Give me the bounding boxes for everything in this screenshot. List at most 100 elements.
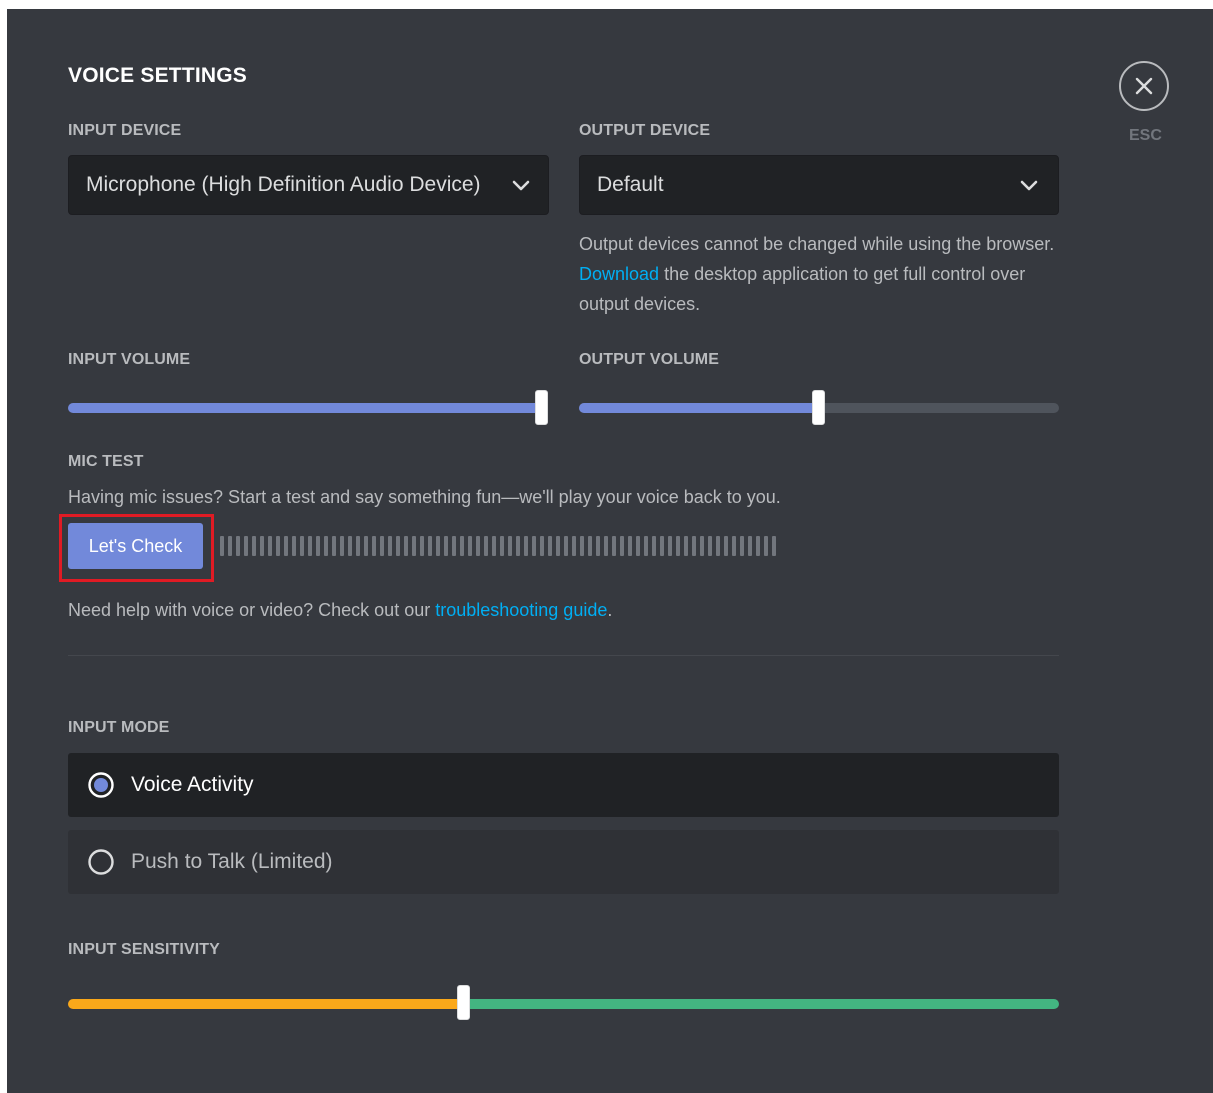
meter-bar (260, 536, 264, 556)
meter-bar (668, 536, 672, 556)
output-volume-fill (579, 403, 819, 413)
help-text: Need help with voice or video? Check out… (68, 595, 612, 625)
meter-bar (460, 536, 464, 556)
meter-bar (548, 536, 552, 556)
input-sensitivity-track[interactable] (68, 999, 1059, 1009)
meter-bar (540, 536, 544, 556)
input-mode-push-to-talk[interactable]: Push to Talk (Limited) (68, 830, 1059, 894)
radio-selected-icon (88, 772, 114, 798)
meter-bar (716, 536, 720, 556)
radio-unselected-icon (88, 849, 114, 875)
meter-bar (660, 536, 664, 556)
sensitivity-high-fill (464, 999, 1059, 1009)
page-title: VOICE SETTINGS (68, 64, 247, 87)
meter-bar (436, 536, 440, 556)
meter-bar (532, 536, 536, 556)
section-divider (68, 655, 1059, 656)
meter-bar (484, 536, 488, 556)
output-device-select[interactable]: Default (579, 155, 1059, 215)
meter-bar (620, 536, 624, 556)
voice-settings-panel: VOICE SETTINGS ESC INPUT DEVICE Micropho… (7, 9, 1213, 1093)
close-icon (1135, 77, 1153, 95)
meter-bar (292, 536, 296, 556)
meter-bar (636, 536, 640, 556)
meter-bar (516, 536, 520, 556)
meter-bar (284, 536, 288, 556)
input-device-select[interactable]: Microphone (High Definition Audio Device… (68, 155, 549, 215)
meter-bar (756, 536, 760, 556)
meter-bar (324, 536, 328, 556)
meter-bar (644, 536, 648, 556)
meter-bar (316, 536, 320, 556)
meter-bar (508, 536, 512, 556)
mic-test-label: MIC TEST (68, 453, 144, 470)
input-volume-label: INPUT VOLUME (68, 351, 191, 368)
meter-bar (476, 536, 480, 556)
input-sensitivity-label: INPUT SENSITIVITY (68, 941, 220, 958)
close-esc-label: ESC (1129, 127, 1162, 144)
input-device-value: Microphone (High Definition Audio Device… (86, 173, 481, 196)
meter-bar (684, 536, 688, 556)
meter-bar (556, 536, 560, 556)
meter-bar (380, 536, 384, 556)
meter-bar (228, 536, 232, 556)
meter-bar (492, 536, 496, 556)
meter-bar (524, 536, 528, 556)
meter-bar (412, 536, 416, 556)
meter-bar (372, 536, 376, 556)
output-volume-handle[interactable] (812, 390, 825, 425)
input-mode-voice-activity[interactable]: Voice Activity (68, 753, 1059, 817)
help-text-end: . (607, 600, 613, 620)
meter-bar (332, 536, 336, 556)
output-note-text: Output devices cannot be changed while u… (579, 234, 1055, 254)
meter-bar (452, 536, 456, 556)
input-mode-label: INPUT MODE (68, 719, 170, 736)
meter-bar (236, 536, 240, 556)
input-sensitivity-handle[interactable] (457, 985, 471, 1020)
download-link[interactable]: Download (579, 264, 659, 284)
sensitivity-low-fill (68, 999, 465, 1009)
output-device-value: Default (597, 173, 664, 196)
push-to-talk-label: Push to Talk (Limited) (131, 850, 333, 873)
meter-bar (468, 536, 472, 556)
meter-bar (732, 536, 736, 556)
meter-bar (772, 536, 776, 556)
output-volume-label: OUTPUT VOLUME (579, 351, 719, 368)
input-volume-track[interactable] (68, 403, 548, 413)
meter-bar (724, 536, 728, 556)
output-device-label: OUTPUT DEVICE (579, 122, 711, 139)
meter-bar (700, 536, 704, 556)
meter-bar (404, 536, 408, 556)
close-button[interactable] (1119, 61, 1169, 111)
meter-bar (628, 536, 632, 556)
lets-check-button[interactable]: Let's Check (68, 523, 203, 569)
meter-bar (364, 536, 368, 556)
chevron-down-icon (512, 180, 530, 191)
voice-activity-label: Voice Activity (131, 773, 254, 796)
meter-bar (444, 536, 448, 556)
meter-bar (652, 536, 656, 556)
input-volume-handle[interactable] (535, 390, 548, 425)
meter-bar (588, 536, 592, 556)
help-text-start: Need help with voice or video? Check out… (68, 600, 436, 620)
mic-level-meter (220, 536, 776, 556)
chevron-down-icon (1020, 180, 1038, 191)
troubleshooting-guide-link[interactable]: troubleshooting guide (435, 600, 607, 620)
meter-bar (692, 536, 696, 556)
meter-bar (748, 536, 752, 556)
meter-bar (580, 536, 584, 556)
meter-bar (676, 536, 680, 556)
meter-bar (220, 536, 224, 556)
meter-bar (500, 536, 504, 556)
meter-bar (428, 536, 432, 556)
output-device-note: Output devices cannot be changed while u… (579, 229, 1059, 319)
meter-bar (564, 536, 568, 556)
meter-bar (244, 536, 248, 556)
mic-test-description: Having mic issues? Start a test and say … (68, 487, 781, 507)
meter-bar (356, 536, 360, 556)
meter-bar (268, 536, 272, 556)
meter-bar (420, 536, 424, 556)
meter-bar (276, 536, 280, 556)
meter-bar (348, 536, 352, 556)
meter-bar (572, 536, 576, 556)
